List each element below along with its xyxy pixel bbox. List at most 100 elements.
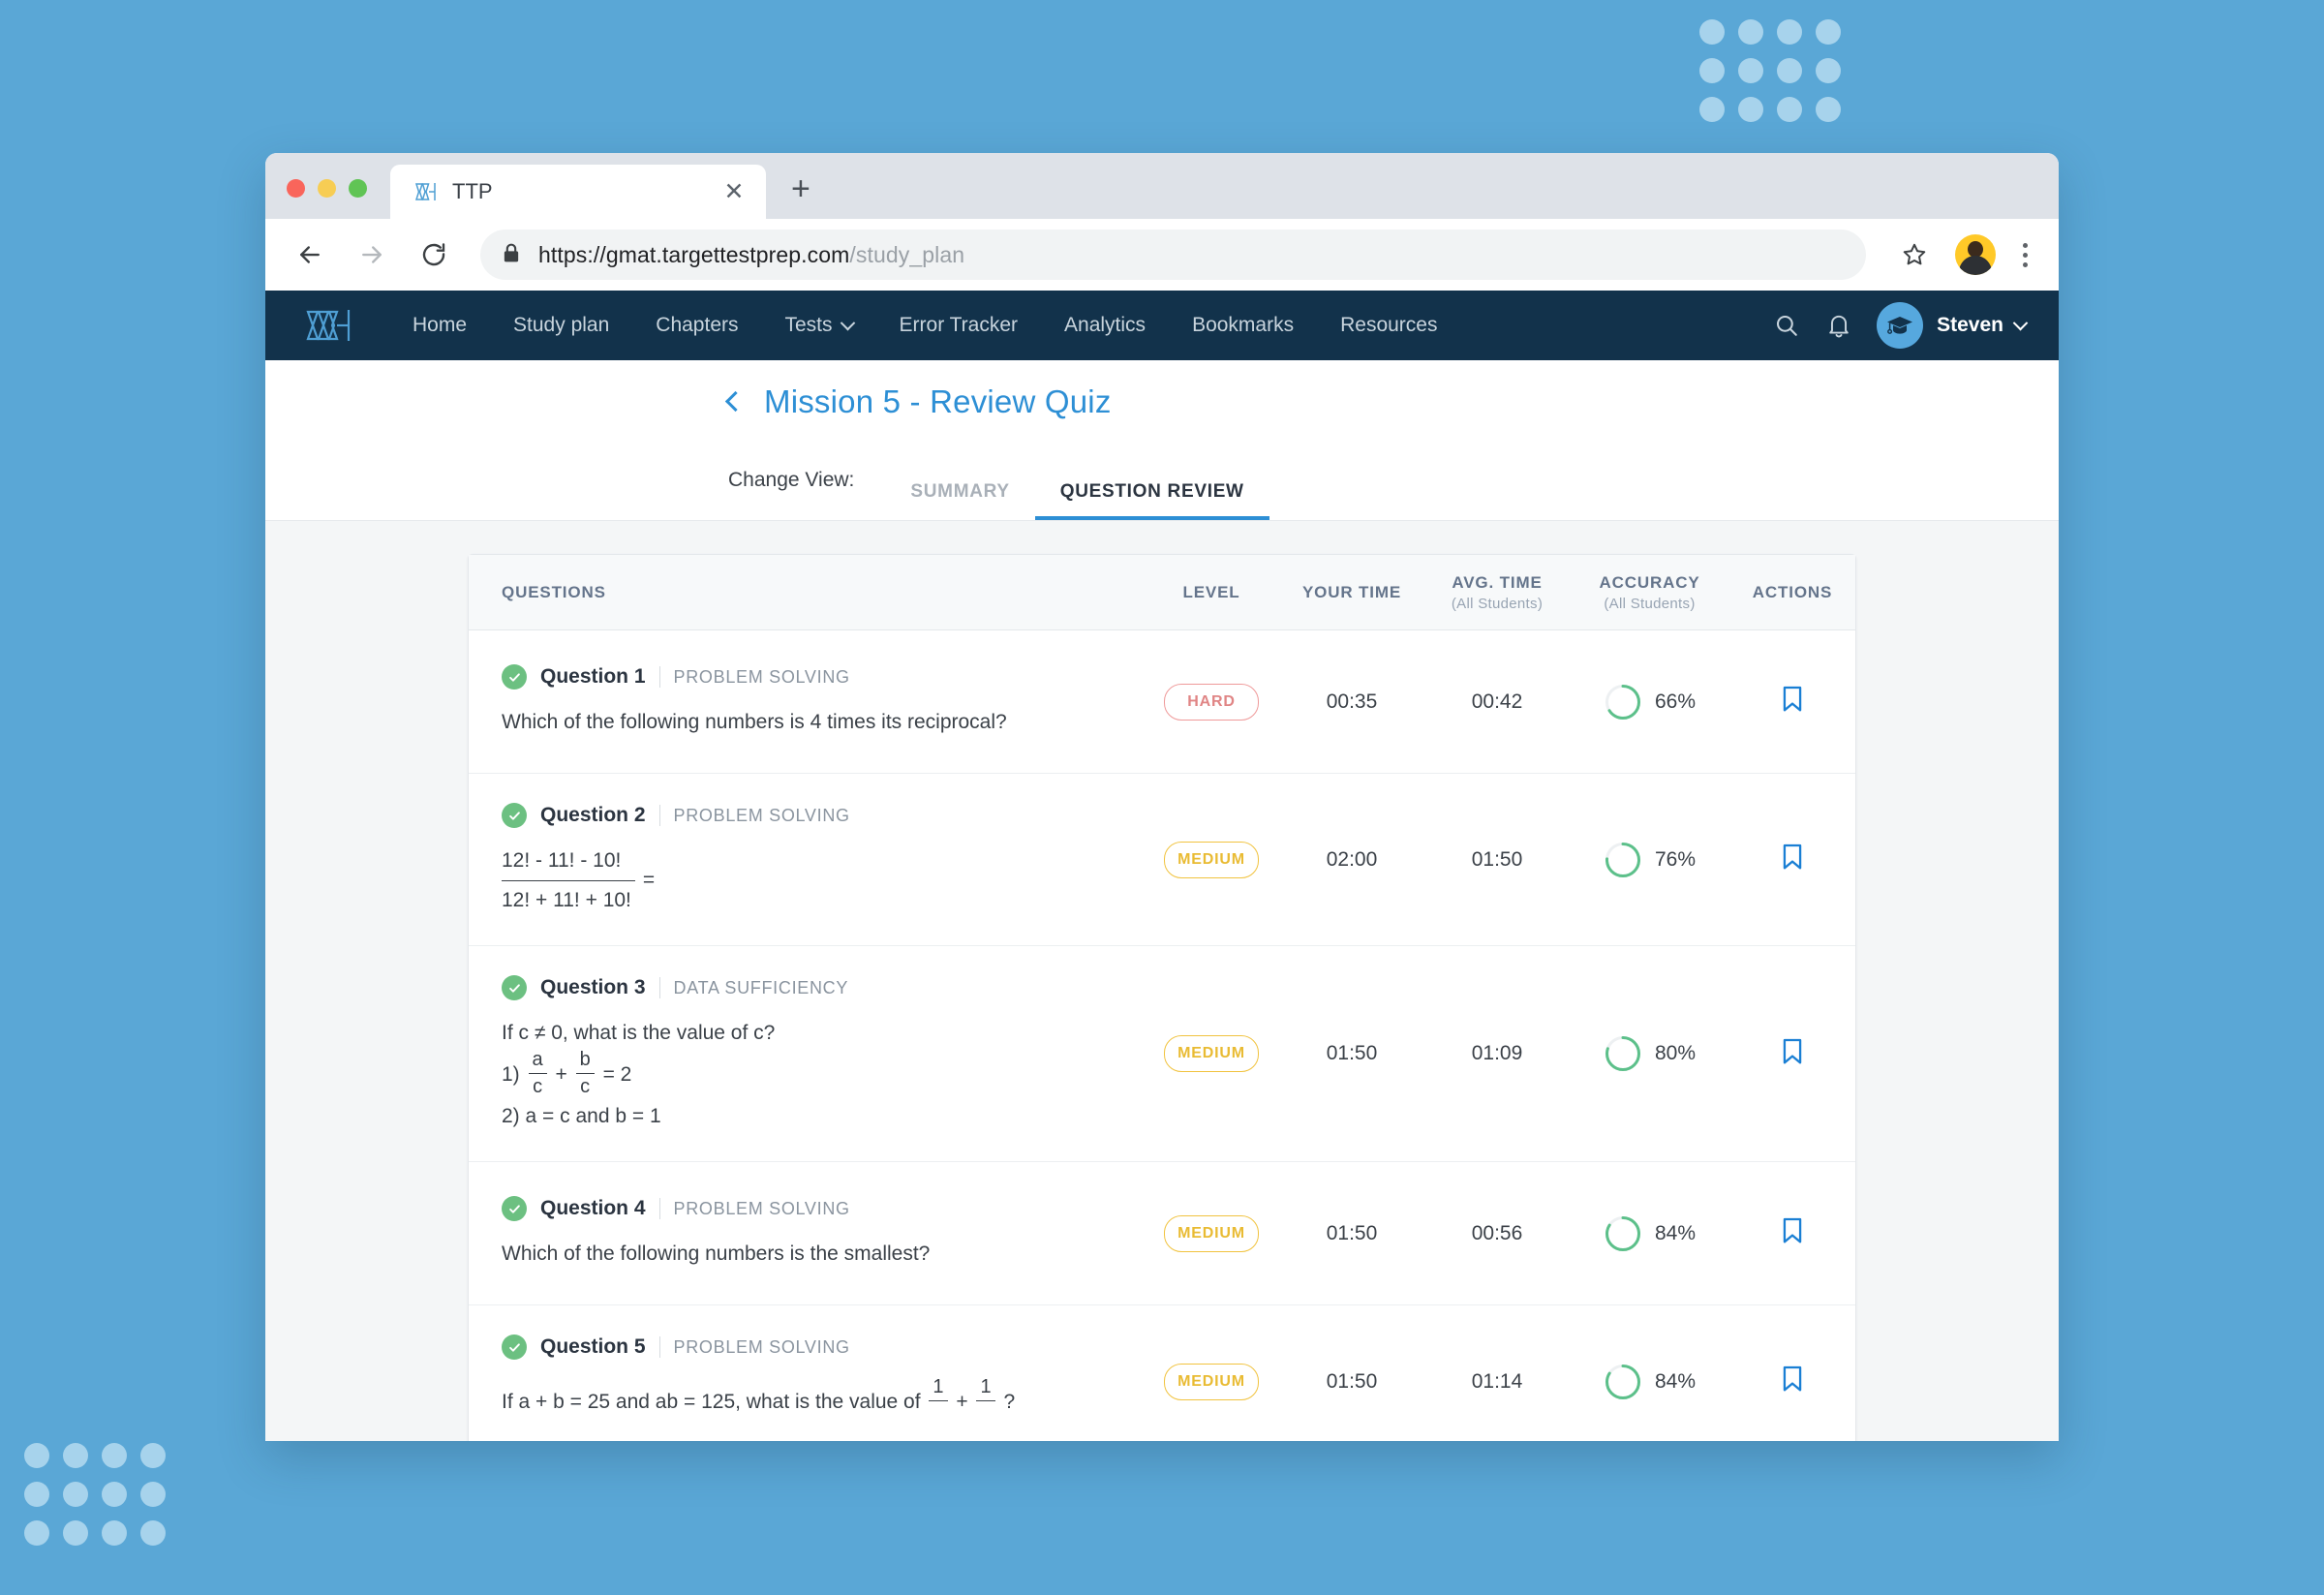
nav-item-error-tracker[interactable]: Error Tracker	[876, 314, 1042, 337]
your-time-cell: 01:50	[1326, 1221, 1378, 1244]
tab-question-review[interactable]: QUESTION REVIEW	[1034, 481, 1269, 520]
table-row[interactable]: Question 2 PROBLEM SOLVING 12! - 11! - 1…	[469, 774, 1855, 947]
fraction-denominator: c	[533, 1075, 543, 1097]
question-text: If c ≠ 0, what is the value of c?	[502, 1022, 776, 1045]
browser-tab[interactable]: TTP ✕	[390, 165, 766, 219]
table-row[interactable]: Question 1 PROBLEM SOLVING Which of the …	[469, 630, 1855, 774]
dot	[140, 1482, 166, 1507]
question-heading: Question 2 PROBLEM SOLVING	[502, 803, 1111, 828]
window-controls	[287, 179, 367, 219]
accuracy-ring	[1605, 684, 1640, 720]
star-icon[interactable]	[1893, 233, 1936, 276]
divider	[658, 805, 660, 826]
nav-item-bookmarks[interactable]: Bookmarks	[1169, 314, 1317, 337]
fraction-numerator: 1	[929, 1375, 948, 1402]
column-header-accuracy-sub: (All Students)	[1604, 595, 1696, 612]
actions-cell	[1729, 685, 1855, 719]
new-tab-button[interactable]: +	[791, 172, 810, 205]
decorative-dot-grid-bottom-left	[24, 1443, 166, 1546]
question-type: PROBLEM SOLVING	[673, 805, 850, 825]
divider	[658, 1198, 660, 1220]
avg-time-cell: 01:50	[1471, 847, 1523, 871]
fraction-denominator: c	[580, 1075, 591, 1097]
fraction: 1	[976, 1375, 995, 1426]
bookmark-icon[interactable]	[1780, 843, 1805, 876]
question-cell: Question 3 DATA SUFFICIENCY If c ≠ 0, wh…	[469, 946, 1144, 1161]
graduation-cap-icon[interactable]	[1877, 302, 1924, 349]
main-content: QUESTIONS LEVEL YOUR TIME AVG. TIME (All…	[265, 521, 2059, 1441]
status-badge: MEDIUM	[1164, 1035, 1259, 1073]
fraction: 12! - 11! - 10! 12! + 11! + 10!	[502, 845, 635, 916]
question-cell: Question 5 PROBLEM SOLVING If a + b = 25…	[469, 1305, 1144, 1441]
ttp-logo-icon[interactable]	[304, 306, 354, 345]
status-badge: MEDIUM	[1164, 1214, 1259, 1252]
table-row[interactable]: Question 3 DATA SUFFICIENCY If c ≠ 0, wh…	[469, 946, 1855, 1163]
view-tabs: Change View: SUMMARY QUESTION REVIEW	[728, 444, 1269, 520]
question-number: Question 4	[540, 1197, 646, 1220]
question-number: Question 1	[540, 665, 646, 689]
avg-time-cell: 00:42	[1471, 690, 1523, 713]
app-navigation-bar: Home Study plan Chapters Tests Error Tra…	[265, 291, 2059, 360]
table-row[interactable]: Question 4 PROBLEM SOLVING Which of the …	[469, 1162, 1855, 1306]
profile-avatar-icon[interactable]	[1955, 234, 1996, 275]
nav-label: Tests	[784, 314, 833, 336]
reload-icon[interactable]	[413, 233, 455, 276]
maximize-window-button[interactable]	[349, 179, 367, 198]
browser-window: TTP ✕ + https://gmat.targettestprep.com/…	[265, 153, 2059, 1441]
question-statement-2: 2) a = c and b = 1	[502, 1101, 1111, 1133]
nav-item-analytics[interactable]: Analytics	[1041, 314, 1169, 337]
notification-bell-icon[interactable]	[1813, 299, 1865, 352]
nav-right-cluster: Steven	[1760, 299, 2029, 352]
dot	[24, 1520, 49, 1546]
status-badge: MEDIUM	[1164, 841, 1259, 878]
dot	[1738, 97, 1763, 122]
question-text: 12! - 11! - 10! 12! + 11! + 10! =	[502, 845, 1111, 916]
bookmark-icon[interactable]	[1780, 685, 1805, 719]
question-number: Question 3	[540, 976, 646, 999]
actions-cell	[1729, 843, 1855, 876]
question-number: Question 2	[540, 804, 646, 826]
nav-item-home[interactable]: Home	[389, 314, 490, 337]
bookmark-icon[interactable]	[1780, 1037, 1805, 1071]
check-circle-icon	[502, 1334, 527, 1361]
level-cell: MEDIUM	[1144, 1363, 1279, 1400]
question-statement-1: 1) ac + bc = 2	[502, 1049, 1111, 1101]
ttp-logo-icon	[413, 179, 439, 204]
your-time-cell: 00:35	[1326, 690, 1378, 713]
minimize-window-button[interactable]	[318, 179, 336, 198]
nav-item-chapters[interactable]: Chapters	[632, 314, 761, 337]
operator: +	[956, 1391, 968, 1414]
your-time-cell: 02:00	[1326, 847, 1378, 871]
back-chevron-icon[interactable]	[724, 390, 747, 412]
table-row[interactable]: Question 5 PROBLEM SOLVING If a + b = 25…	[469, 1305, 1855, 1441]
question-heading: Question 3 DATA SUFFICIENCY	[502, 975, 1111, 1001]
dot	[1738, 19, 1763, 45]
close-window-button[interactable]	[287, 179, 305, 198]
bookmark-icon[interactable]	[1780, 1365, 1805, 1398]
nav-label: Bookmarks	[1192, 314, 1295, 336]
forward-arrow-icon[interactable]	[351, 233, 393, 276]
statement-tail: = 2	[602, 1062, 632, 1086]
table-header-row: QUESTIONS LEVEL YOUR TIME AVG. TIME (All…	[469, 555, 1855, 630]
chevron-down-icon[interactable]	[2012, 315, 2029, 330]
column-header-level: LEVEL	[1182, 582, 1240, 601]
nav-item-resources[interactable]: Resources	[1317, 314, 1460, 337]
kebab-menu-icon[interactable]	[2015, 242, 2035, 267]
dot	[63, 1443, 88, 1468]
tab-summary[interactable]: SUMMARY	[885, 481, 1034, 520]
url-text: https://gmat.targettestprep.com/study_pl…	[538, 241, 965, 267]
column-header-avg-time-sub: (All Students)	[1451, 595, 1544, 612]
nav-item-study-plan[interactable]: Study plan	[490, 314, 632, 337]
dot	[1777, 58, 1802, 83]
nav-item-tests[interactable]: Tests	[762, 314, 876, 337]
bookmark-icon[interactable]	[1780, 1216, 1805, 1250]
dot	[102, 1482, 127, 1507]
close-icon[interactable]: ✕	[721, 179, 747, 204]
accuracy-ring	[1605, 1215, 1640, 1251]
accuracy-cell: 76%	[1570, 841, 1729, 879]
url-bar[interactable]: https://gmat.targettestprep.com/study_pl…	[480, 230, 1866, 280]
nav-label: Study plan	[513, 314, 610, 336]
back-arrow-icon[interactable]	[289, 233, 331, 276]
equals-sign: =	[642, 869, 656, 892]
search-icon[interactable]	[1760, 299, 1813, 352]
